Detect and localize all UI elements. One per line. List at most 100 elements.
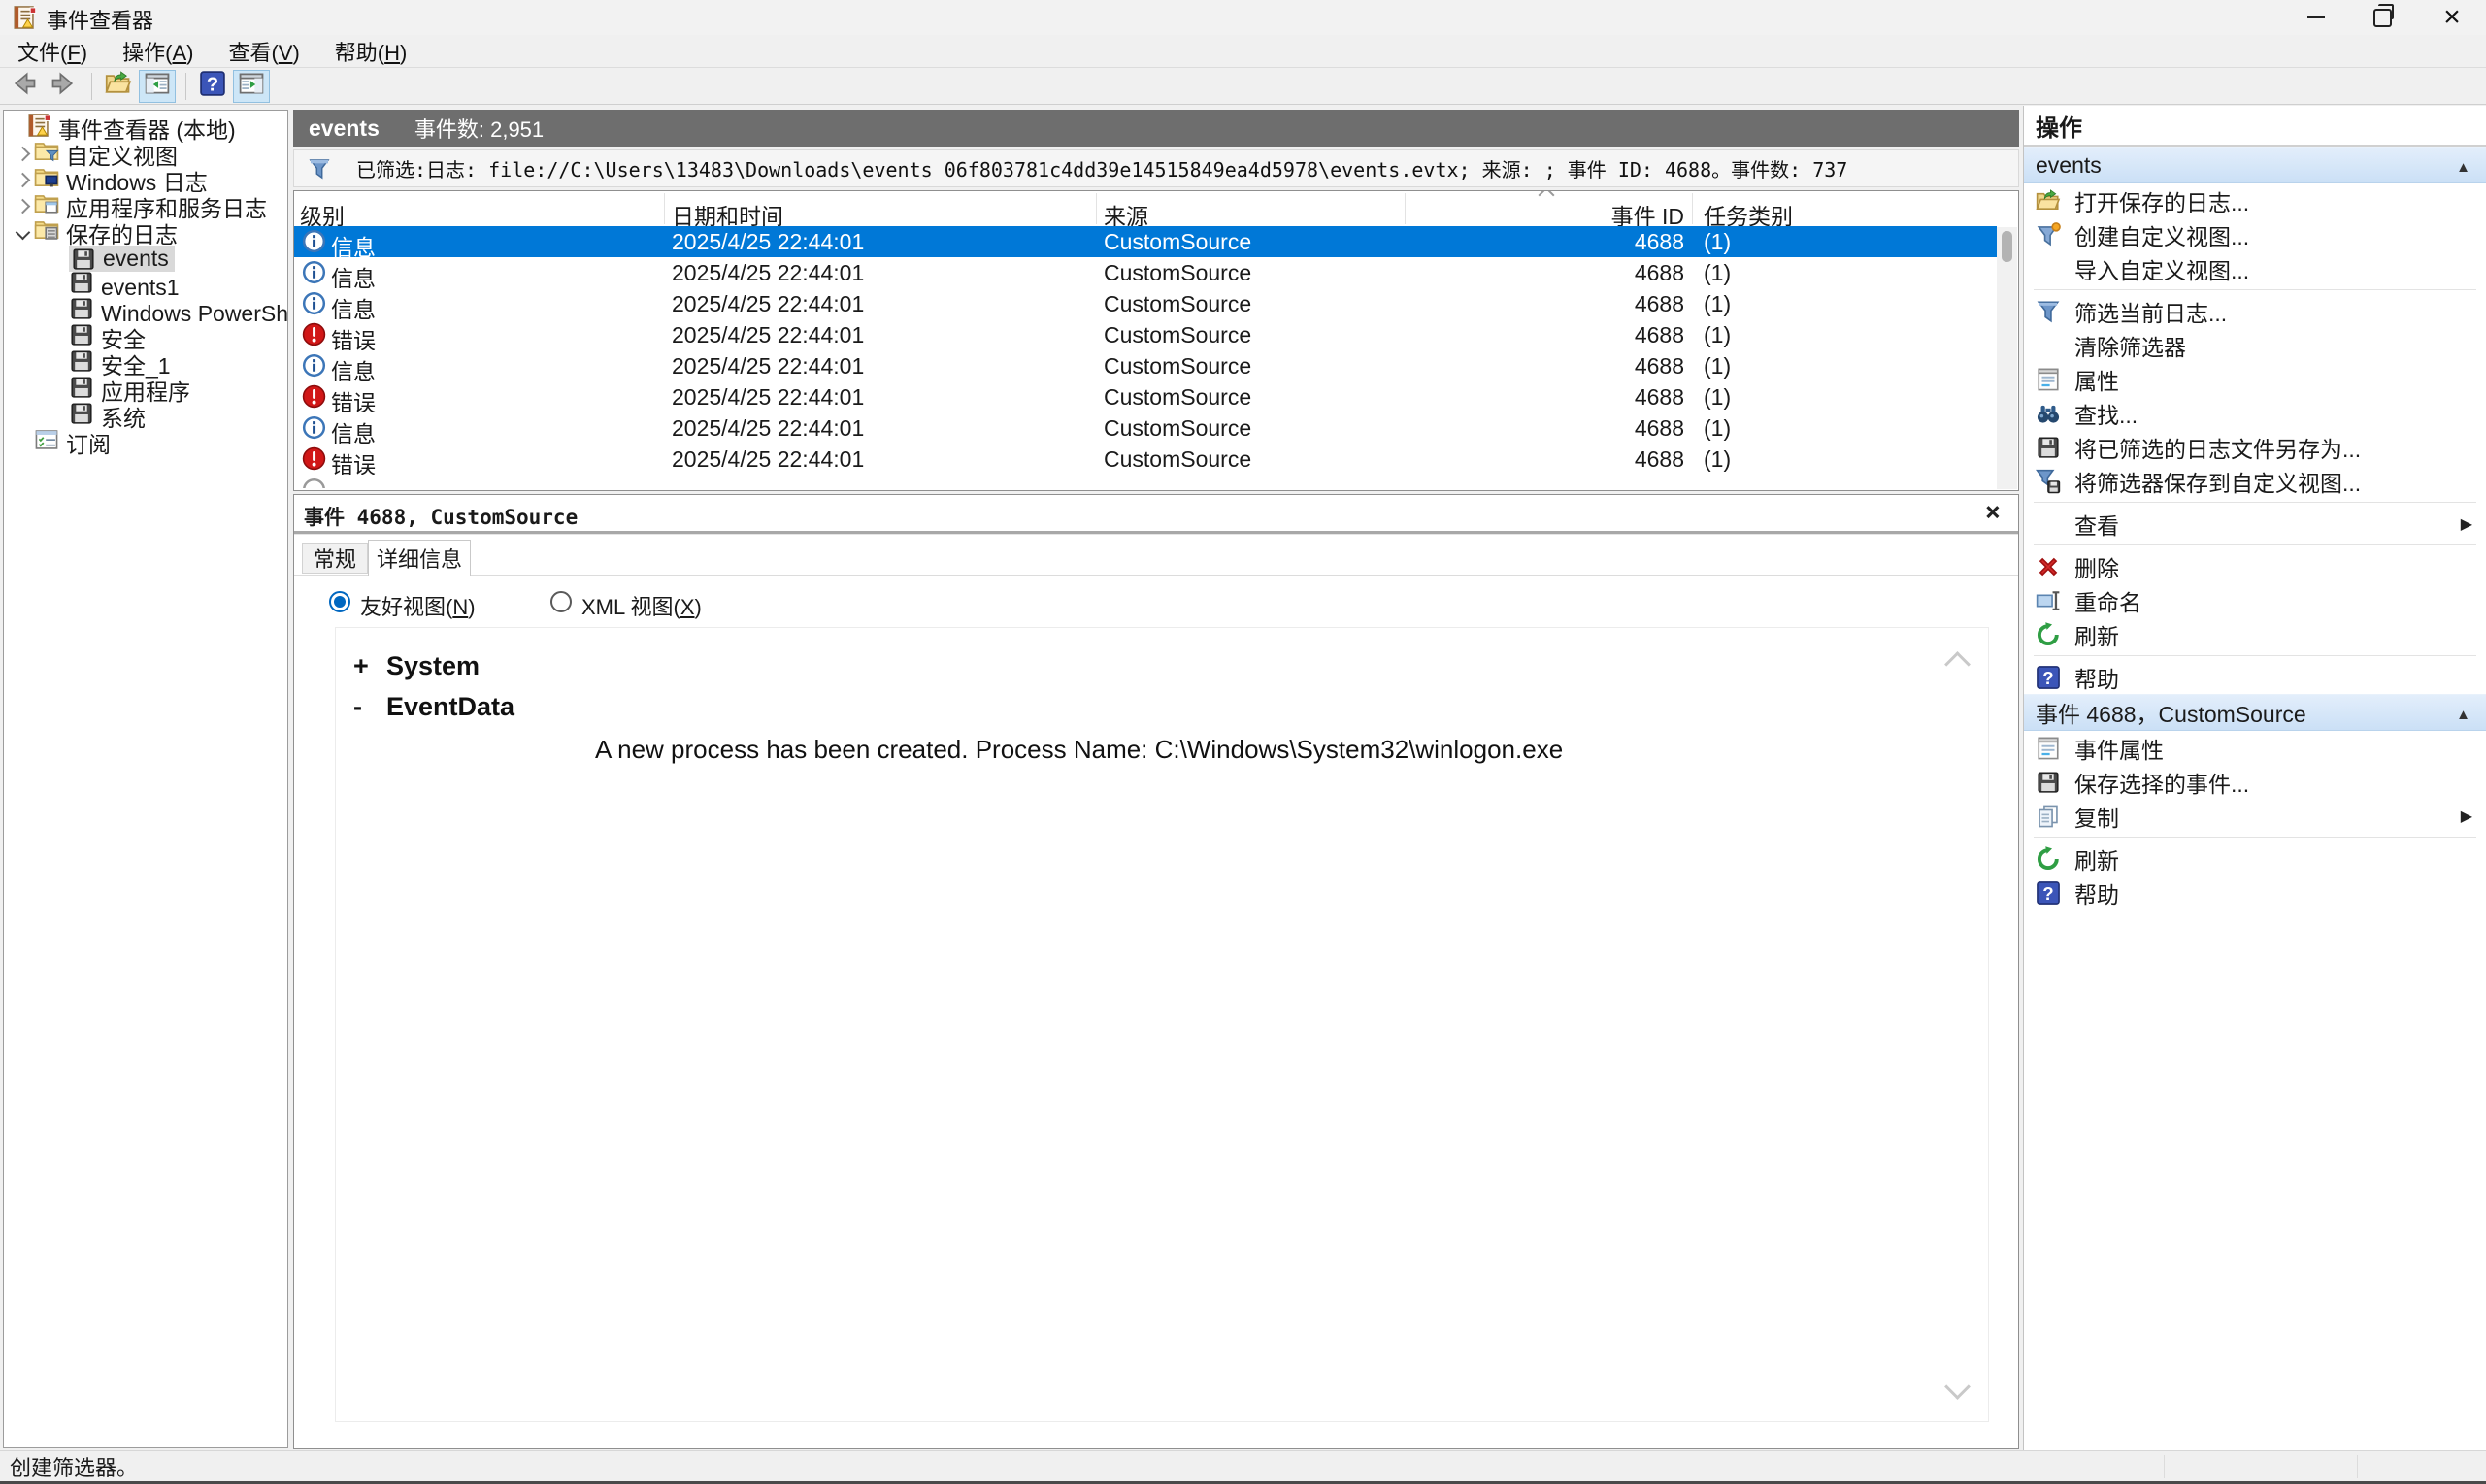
action-item[interactable]: 属性	[2024, 362, 2486, 396]
action-group-header-1[interactable]: events▲	[2024, 147, 2486, 183]
properties-icon	[2036, 736, 2061, 761]
column-separator[interactable]	[664, 193, 665, 224]
action-item[interactable]: 清除筛选器	[2024, 328, 2486, 362]
cell-datetime: 2025/4/25 22:44:01	[672, 415, 864, 442]
action-separator	[2034, 837, 2476, 838]
back-button[interactable]	[6, 70, 43, 103]
action-item[interactable]: 保存选择的事件...	[2024, 765, 2486, 799]
chevron-right-icon[interactable]	[16, 147, 31, 162]
tree-item-events[interactable]: events	[4, 246, 287, 272]
chevron-right-icon[interactable]	[16, 199, 31, 214]
toolbar-separator	[185, 73, 186, 100]
detail-close-icon[interactable]: ×	[1985, 497, 2001, 527]
collapse-icon[interactable]: ▲	[2456, 707, 2470, 723]
column-separator[interactable]	[1405, 193, 1406, 224]
action-separator	[2034, 544, 2476, 545]
action-item-label: 属性	[2074, 363, 2119, 396]
menu-item-f[interactable]: 文件(F)	[0, 36, 105, 67]
copy-icon	[2036, 804, 2061, 829]
log-title-bar: events 事件数: 2,951	[293, 110, 2019, 147]
list-scrollbar[interactable]	[1997, 227, 2017, 489]
action-item[interactable]: 查看▶	[2024, 507, 2486, 541]
cell-source: CustomSource	[1104, 415, 1251, 442]
cell-event-id: 4688	[1490, 322, 1684, 348]
action-item[interactable]: 查找...	[2024, 396, 2486, 430]
forward-button[interactable]	[45, 70, 82, 103]
scroll-down-icon[interactable]	[1944, 1373, 1971, 1400]
action-item[interactable]: 重命名	[2024, 583, 2486, 617]
menu-item-h[interactable]: 帮助(H)	[317, 36, 425, 67]
cell-source: CustomSource	[1104, 229, 1251, 255]
close-icon: ×	[2443, 3, 2461, 32]
column-separator[interactable]	[1692, 193, 1693, 224]
action-item[interactable]: 事件属性	[2024, 731, 2486, 765]
collapse-icon[interactable]: ▲	[2456, 159, 2470, 176]
show-action-pane-button[interactable]	[233, 70, 270, 103]
tree-item-订阅[interactable]: 订阅	[4, 429, 287, 455]
event-list: 级别日期和时间来源事件 ID任务类别 信息2025/4/25 22:44:01C…	[293, 190, 2019, 491]
chevron-down-icon[interactable]	[16, 225, 31, 241]
action-item[interactable]: 创建自定义视图...	[2024, 217, 2486, 251]
event-row[interactable]: 错误2025/4/25 22:44:01CustomSource4688(1)	[294, 381, 1997, 412]
friendly-view: +System -EventData A new process has bee…	[335, 627, 1989, 1422]
event-row[interactable]: 信息2025/4/25 22:44:01CustomSource4688(1)	[294, 226, 1997, 257]
action-item[interactable]: 筛选当前日志...	[2024, 294, 2486, 328]
event-row[interactable]: 错误2025/4/25 22:44:01CustomSource4688(1)	[294, 319, 1997, 350]
tab-details[interactable]: 详细信息	[368, 540, 471, 576]
cell-source: CustomSource	[1104, 291, 1251, 317]
event-row[interactable]: 信息2025/4/25 22:44:01CustomSource4688(1)	[294, 257, 1997, 288]
action-separator	[2034, 502, 2476, 503]
action-item[interactable]: ?帮助	[2024, 875, 2486, 909]
action-item[interactable]: 将已筛选的日志文件另存为...	[2024, 430, 2486, 464]
xml-view-radio[interactable]	[550, 591, 572, 612]
help-button[interactable]: ?	[194, 70, 231, 103]
chevron-right-icon[interactable]	[16, 173, 31, 188]
scroll-up-icon[interactable]	[1944, 651, 1971, 677]
tab-general[interactable]: 常规	[302, 543, 368, 574]
action-item[interactable]: 复制▶	[2024, 799, 2486, 833]
action-item-label: 将已筛选的日志文件另存为...	[2074, 431, 2361, 464]
event-row-partial[interactable]	[294, 475, 1997, 488]
open-saved-log-button[interactable]	[100, 70, 137, 103]
cell-datetime: 2025/4/25 22:44:01	[672, 322, 864, 348]
restore-button[interactable]	[2350, 0, 2414, 35]
cell-task-category: (1)	[1704, 446, 1731, 473]
xml-view-label: XML 视图(X)	[581, 590, 702, 621]
detail-separator	[294, 531, 2018, 535]
event-row[interactable]: 信息2025/4/25 22:44:01CustomSource4688(1)	[294, 350, 1997, 381]
console-tree-pane: 事件查看器 (本地)自定义视图Windows 日志应用程序和服务日志保存的日志e…	[3, 110, 288, 1448]
close-button[interactable]: ×	[2420, 0, 2484, 35]
minimize-button[interactable]	[2284, 0, 2348, 35]
event-row[interactable]: 信息2025/4/25 22:44:01CustomSource4688(1)	[294, 288, 1997, 319]
system-node[interactable]: +System	[353, 651, 480, 681]
action-item[interactable]: 将筛选器保存到自定义视图...	[2024, 464, 2486, 498]
menu-bar: 文件(F)操作(A)查看(V)帮助(H)	[0, 35, 2486, 68]
action-item-label: 筛选当前日志...	[2074, 295, 2227, 328]
menu-item-a[interactable]: 操作(A)	[105, 36, 211, 67]
show-console-tree-button[interactable]	[139, 70, 176, 103]
friendly-view-radio[interactable]	[329, 591, 350, 612]
cell-task-category: (1)	[1704, 353, 1731, 379]
menu-item-v[interactable]: 查看(V)	[211, 36, 316, 67]
action-item[interactable]: 刷新	[2024, 841, 2486, 875]
tree-item-保存的日志[interactable]: 保存的日志	[4, 219, 287, 246]
tree-item-events1[interactable]: events1	[4, 272, 287, 298]
tree-item-应用程序[interactable]: 应用程序	[4, 377, 287, 403]
scrollbar-thumb[interactable]	[2002, 231, 2012, 262]
action-item[interactable]: 刷新	[2024, 617, 2486, 651]
action-item[interactable]: 打开保存的日志...	[2024, 183, 2486, 217]
event-row[interactable]: 信息2025/4/25 22:44:01CustomSource4688(1)	[294, 412, 1997, 444]
event-row[interactable]: 错误2025/4/25 22:44:01CustomSource4688(1)	[294, 444, 1997, 475]
tree-item-windows-powershell[interactable]: Windows PowerShell	[4, 298, 287, 324]
action-item[interactable]: ? 帮助	[2024, 660, 2486, 694]
action-item-label: 帮助	[2074, 661, 2119, 694]
action-item[interactable]: 导入自定义视图...	[2024, 251, 2486, 285]
action-group-header-2[interactable]: 事件 4688，CustomSource▲	[2024, 694, 2486, 731]
action-item[interactable]: 删除	[2024, 549, 2486, 583]
eventdata-node[interactable]: -EventData	[353, 692, 514, 722]
column-separator[interactable]	[1096, 193, 1097, 224]
folder-open-icon	[105, 70, 132, 102]
tree-item-label: 订阅	[66, 432, 111, 457]
title-bar: 事件查看器 ×	[0, 0, 2486, 35]
svg-text:?: ?	[2042, 667, 2053, 687]
